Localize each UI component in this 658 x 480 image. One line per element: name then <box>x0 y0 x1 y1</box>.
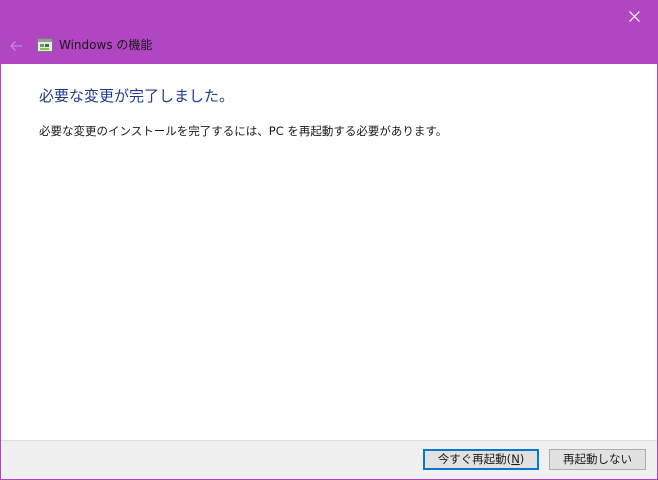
restart-now-button[interactable]: 今すぐ再起動(N) <box>423 449 539 470</box>
title-bar: Windows の機能 <box>1 1 657 64</box>
window-title: Windows の機能 <box>59 38 153 52</box>
windows-features-icon <box>37 38 53 52</box>
restart-now-label: 今すぐ再起動( <box>437 452 512 466</box>
close-icon <box>628 11 640 22</box>
restart-now-accelerator: N <box>511 452 520 466</box>
back-arrow-icon <box>10 41 22 51</box>
dont-restart-button[interactable]: 再起動しない <box>549 449 646 470</box>
dont-restart-label: 再起動しない <box>563 452 632 466</box>
dialog-window: Windows の機能 必要な変更が完了しました。 必要な変更のインストールを完… <box>0 0 658 480</box>
restart-message: 必要な変更のインストールを完了するには、PC を再起動する必要があります。 <box>39 124 448 138</box>
back-button[interactable] <box>5 33 27 59</box>
restart-now-label-end: ) <box>519 452 525 466</box>
content-area: 必要な変更が完了しました。 必要な変更のインストールを完了するには、PC を再起… <box>1 64 657 440</box>
close-button[interactable] <box>611 1 657 32</box>
button-footer: 今すぐ再起動(N) 再起動しない <box>1 440 657 479</box>
completion-heading: 必要な変更が完了しました。 <box>39 87 235 105</box>
